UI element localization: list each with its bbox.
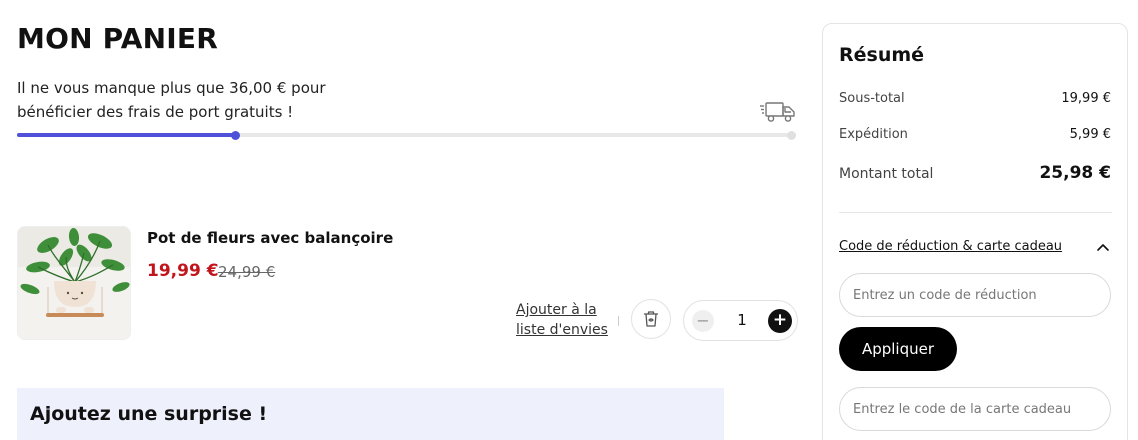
original-price: 24,99 € xyxy=(218,263,276,281)
add-surprise-section: Ajoutez une surprise ! xyxy=(17,388,724,440)
subtotal-value: 19,99 € xyxy=(1061,91,1111,106)
quantity-value[interactable]: 1 xyxy=(728,311,756,329)
product-name[interactable]: Pot de fleurs avec balançoire xyxy=(147,229,393,247)
decrease-quantity-button[interactable]: − xyxy=(692,310,714,332)
plant-pot-illustration xyxy=(18,227,130,339)
order-summary: Résumé Sous-total 19,99 € Expédition 5,9… xyxy=(822,23,1128,440)
wishlist-line-2: liste d'envies xyxy=(516,322,608,338)
cart-section: MON PANIER Il ne vous manque plus que 36… xyxy=(17,0,798,440)
progress-fill xyxy=(17,133,236,137)
summary-divider xyxy=(839,212,1112,213)
page-title: MON PANIER xyxy=(17,22,219,55)
increase-quantity-button[interactable]: + xyxy=(768,309,792,333)
shipping-label: Expédition xyxy=(839,127,908,142)
free-shipping-message: Il ne vous manque plus que 36,00 € pour … xyxy=(17,79,326,121)
wishlist-line-1: Ajouter à la xyxy=(516,302,597,318)
chevron-up-icon[interactable] xyxy=(1096,241,1110,253)
divider xyxy=(618,316,619,326)
summary-title: Résumé xyxy=(839,44,925,66)
product-image[interactable] xyxy=(17,226,131,340)
sale-price: 19,99 € xyxy=(147,261,219,281)
cart-item: Pot de fleurs avec balançoire 19,99 € 24… xyxy=(17,226,798,342)
total-value: 25,98 € xyxy=(1039,163,1111,183)
free-shipping-progress-bar xyxy=(17,131,796,140)
shipping-value: 5,99 € xyxy=(1069,127,1111,142)
add-surprise-title: Ajoutez une surprise ! xyxy=(30,403,268,425)
delivery-truck-icon xyxy=(760,102,795,122)
gift-card-input[interactable] xyxy=(839,387,1111,431)
progress-end-marker xyxy=(787,131,796,140)
apply-code-button[interactable]: Appliquer xyxy=(839,327,957,371)
remove-item-button[interactable] xyxy=(631,299,671,339)
quantity-stepper: − 1 + xyxy=(683,300,798,341)
discount-code-input[interactable] xyxy=(839,273,1111,317)
total-label: Montant total xyxy=(839,166,934,182)
progress-knob xyxy=(231,131,241,140)
add-to-wishlist-link[interactable]: Ajouter à la liste d'envies xyxy=(516,300,608,340)
subtotal-label: Sous-total xyxy=(839,91,905,106)
trash-icon xyxy=(643,311,659,327)
coupon-toggle-link[interactable]: Code de réduction & carte cadeau xyxy=(839,239,1062,254)
